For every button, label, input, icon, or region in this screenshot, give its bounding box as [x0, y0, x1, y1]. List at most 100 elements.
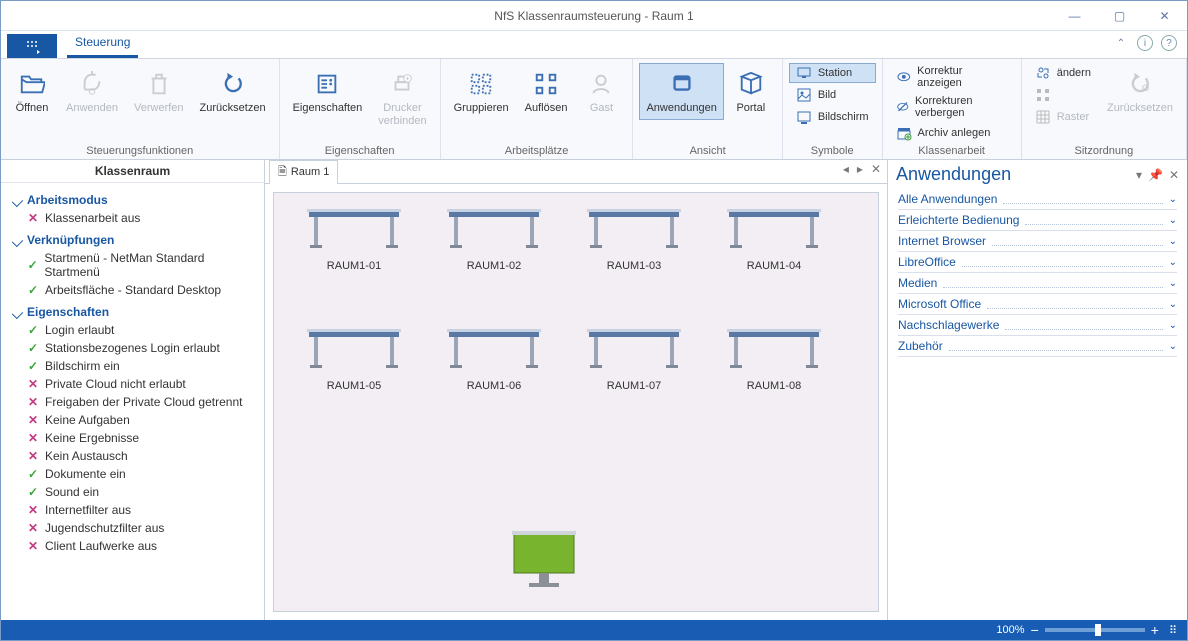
up-arrow-icon[interactable]: ⌃ — [1113, 35, 1129, 51]
window-title: NfS Klassenraumsteuerung - Raum 1 — [494, 9, 693, 23]
ribbon-label: Zurücksetzen — [1107, 102, 1173, 115]
category-row[interactable]: LibreOffice⌄ — [898, 252, 1177, 273]
ribbon-change[interactable]: ändern — [1028, 63, 1098, 83]
seatreset-icon — [1124, 68, 1156, 100]
desk-station[interactable]: RAUM1-02 — [434, 203, 554, 272]
ribbon-label: Bild — [818, 89, 836, 101]
guest-icon — [585, 68, 617, 100]
ribbon-image[interactable]: Bild — [789, 85, 876, 105]
tree-item[interactable]: Freigaben der Private Cloud getrennt — [13, 393, 252, 411]
category-row[interactable]: Internet Browser⌄ — [898, 231, 1177, 252]
close-pane-icon[interactable]: ✕ — [1169, 168, 1179, 182]
tree-item[interactable]: Sound ein — [13, 483, 252, 501]
tree-item[interactable]: Kein Austausch — [13, 447, 252, 465]
room-canvas[interactable]: RAUM1-01 RAUM1-02 RAUM1-03 RAUM1-04 RAUM1-05… — [273, 192, 879, 612]
category-row[interactable]: Medien⌄ — [898, 273, 1177, 294]
ribbon-apps[interactable]: Anwendungen — [639, 63, 723, 120]
desk-icon — [724, 242, 824, 256]
ribbon-reset[interactable]: Zurücksetzen — [193, 63, 273, 120]
desk-station[interactable]: RAUM1-03 — [574, 203, 694, 272]
zoom-out-button[interactable]: − — [1031, 622, 1039, 638]
category-row[interactable]: Zubehör⌄ — [898, 336, 1177, 357]
ribbon-portal[interactable]: Portal — [726, 63, 776, 120]
tree-item[interactable]: Keine Ergebnisse — [13, 429, 252, 447]
tree-item-label: Klassenarbeit aus — [45, 211, 140, 225]
ribbon-archive[interactable]: Archiv anlegen — [889, 123, 1015, 143]
ribbon-screen[interactable]: Bildschirm — [789, 107, 876, 127]
minimize-button[interactable]: — — [1052, 1, 1097, 30]
ribbon-label: Raster — [1057, 111, 1089, 123]
tab-nav: ◂ ▸ ✕ — [843, 162, 881, 176]
desk-station[interactable]: RAUM1-04 — [714, 203, 834, 272]
ribbon-props[interactable]: Eigenschaften — [286, 63, 370, 133]
tree-item[interactable]: Private Cloud nicht erlaubt — [13, 375, 252, 393]
tree-section[interactable]: Eigenschaften — [13, 305, 252, 319]
zoom-in-button[interactable]: + — [1151, 622, 1159, 638]
tree-item[interactable]: Internetfilter aus — [13, 501, 252, 519]
tab-steuerung[interactable]: Steuerung — [67, 31, 138, 58]
tab-prev-icon[interactable]: ◂ — [843, 162, 849, 176]
cross-icon — [27, 414, 39, 426]
ribbon-ungroup[interactable]: Auflösen — [518, 63, 575, 120]
tree-item[interactable]: Stationsbezogenes Login erlaubt — [13, 339, 252, 357]
tree-item[interactable]: Keine Aufgaben — [13, 411, 252, 429]
dropdown-icon[interactable]: ▾ — [1136, 168, 1142, 182]
archive-icon — [896, 125, 912, 141]
tree-item[interactable]: Jugendschutzfilter aus — [13, 519, 252, 537]
category-row[interactable]: Nachschlagewerke⌄ — [898, 315, 1177, 336]
desk-station[interactable]: RAUM1-08 — [714, 323, 834, 392]
resize-grip-icon[interactable]: ⠿ — [1169, 624, 1177, 637]
help-icon[interactable]: ? — [1161, 35, 1177, 51]
ribbon-label: Zurücksetzen — [200, 102, 266, 115]
ribbon-label: Anwenden — [66, 102, 118, 115]
tree-item-label: Private Cloud nicht erlaubt — [45, 377, 186, 391]
title-bar: NfS Klassenraumsteuerung - Raum 1 — ▢ ✕ — [1, 1, 1187, 31]
desk-station[interactable]: RAUM1-07 — [574, 323, 694, 392]
help-icons: ⌃ i ? — [1113, 35, 1177, 51]
tree-item[interactable]: Klassenarbeit aus — [13, 209, 252, 227]
ribbon-group[interactable]: Gruppieren — [447, 63, 516, 120]
document-tabs: 🗎 Raum 1 ◂ ▸ ✕ — [265, 160, 887, 184]
ribbon-showcorr[interactable]: Korrektur anzeigen — [889, 63, 1015, 91]
ribbon-label: Portal — [736, 102, 765, 115]
ribbon-hidecorr[interactable]: Korrekturen verbergen — [889, 93, 1015, 121]
category-row[interactable]: Alle Anwendungen⌄ — [898, 189, 1177, 210]
main-body: Klassenraum ArbeitsmodusKlassenarbeit au… — [1, 160, 1187, 620]
pin-icon[interactable]: 📌 — [1148, 168, 1163, 182]
category-row[interactable]: Microsoft Office⌄ — [898, 294, 1177, 315]
cross-icon — [27, 212, 39, 224]
document-tab[interactable]: 🗎 Raum 1 — [269, 160, 338, 184]
tree-item[interactable]: Dokumente ein — [13, 465, 252, 483]
screen-icon — [796, 109, 812, 125]
tree-item[interactable]: Startmenü - NetMan Standard Startmenü — [13, 249, 252, 281]
maximize-button[interactable]: ▢ — [1097, 1, 1142, 30]
ribbon-printer: Druckerverbinden — [371, 63, 433, 133]
ribbon-group-label: Klassenarbeit — [889, 143, 1015, 157]
file-menu-button[interactable] — [7, 34, 57, 58]
tree-item[interactable]: Arbeitsfläche - Standard Desktop — [13, 281, 252, 299]
tree-item[interactable]: Client Laufwerke aus — [13, 537, 252, 555]
teacher-station[interactable] — [494, 513, 594, 596]
ribbon-open[interactable]: Öffnen — [7, 63, 57, 120]
tab-close-icon[interactable]: ✕ — [871, 162, 881, 176]
desk-icon — [584, 242, 684, 256]
zoom-slider[interactable] — [1045, 628, 1145, 632]
desk-station[interactable]: RAUM1-06 — [434, 323, 554, 392]
tree-item[interactable]: Bildschirm ein — [13, 357, 252, 375]
ribbon-group-label: Steuerungsfunktionen — [7, 143, 273, 157]
category-row[interactable]: Erleichterte Bedienung⌄ — [898, 210, 1177, 231]
desk-station[interactable]: RAUM1-05 — [294, 323, 414, 392]
tree-section[interactable]: Arbeitsmodus — [13, 193, 252, 207]
desk-station[interactable]: RAUM1-01 — [294, 203, 414, 272]
check-icon — [27, 324, 39, 336]
tree-item[interactable]: Login erlaubt — [13, 321, 252, 339]
close-button[interactable]: ✕ — [1142, 1, 1187, 30]
info-icon[interactable]: i — [1137, 35, 1153, 51]
cross-icon — [27, 522, 39, 534]
tree-item-label: Internetfilter aus — [45, 503, 131, 517]
tree-section[interactable]: Verknüpfungen — [13, 233, 252, 247]
tab-next-icon[interactable]: ▸ — [857, 162, 863, 176]
zoom-control: 100% − + — [996, 622, 1159, 638]
ribbon-label: ändern — [1057, 67, 1091, 79]
ribbon-station[interactable]: Station — [789, 63, 876, 83]
